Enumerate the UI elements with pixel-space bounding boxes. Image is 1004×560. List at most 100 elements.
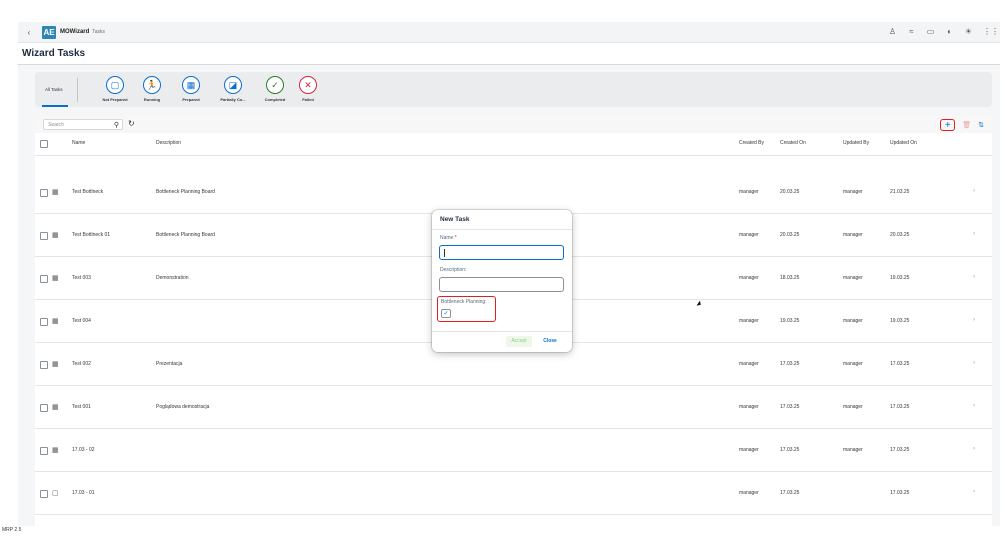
- cell-name: Test 002: [72, 361, 91, 367]
- cell-name: Test 001: [72, 404, 91, 410]
- status-tab-bar: All Tasks ▢ Not Prepared 🏃 Running ▦ Pre…: [35, 72, 992, 107]
- name-label: Name:*: [440, 235, 457, 241]
- cell-updated-by: manager: [843, 361, 863, 367]
- select-all-checkbox[interactable]: [40, 140, 48, 148]
- chevron-right-icon[interactable]: ›: [973, 274, 975, 280]
- row-checkbox[interactable]: [40, 275, 48, 283]
- partial-icon: ◪: [224, 76, 242, 94]
- grid-icon[interactable]: ⋮⋮: [983, 27, 999, 37]
- cell-updated-on: 20.03.25: [890, 232, 910, 238]
- shell-actions: ♙ ≈ ▭ ◐ ☀ ⋮⋮: [888, 27, 999, 37]
- row-checkbox[interactable]: [40, 490, 48, 498]
- tab-running[interactable]: 🏃 Running: [134, 76, 170, 106]
- header-description[interactable]: Description: [156, 140, 181, 146]
- app-logo[interactable]: AE: [42, 25, 56, 39]
- chevron-right-icon[interactable]: ›: [973, 360, 975, 366]
- header-created-by[interactable]: Created By: [739, 140, 764, 146]
- cell-created-by: manager: [739, 447, 759, 453]
- tab-prepared[interactable]: ▦ Prepared: [173, 76, 209, 106]
- sort-icon[interactable]: ⇅: [978, 121, 984, 129]
- row-checkbox[interactable]: [40, 189, 48, 197]
- tab-label: Running: [143, 97, 161, 102]
- tab-label: Not Prepared: [102, 97, 128, 102]
- chevron-right-icon[interactable]: ›: [973, 489, 975, 495]
- tab-not-prepared[interactable]: ▢ Not Prepared: [97, 76, 133, 106]
- cell-name: Test 003: [72, 275, 91, 281]
- delete-icon[interactable]: 🗑: [962, 121, 971, 129]
- cell-updated-on: 17.03.25: [890, 404, 910, 410]
- header-name[interactable]: Name: [72, 140, 85, 146]
- calendar-icon: ▦: [52, 447, 59, 454]
- cell-description: Prezentacja: [156, 361, 183, 367]
- chevron-right-icon[interactable]: ›: [973, 446, 975, 452]
- chevron-right-icon[interactable]: ›: [973, 403, 975, 409]
- version-label: MRP 2.5: [2, 527, 22, 533]
- chart-icon[interactable]: ≈: [907, 27, 916, 37]
- name-label-text: Name:: [440, 235, 455, 241]
- cell-created-on: 17.03.25: [780, 490, 800, 496]
- tab-failed[interactable]: ✕ Failed: [290, 76, 326, 106]
- tab-all-tasks[interactable]: All Tasks: [45, 87, 63, 92]
- refresh-icon[interactable]: ↻: [128, 119, 135, 128]
- cell-created-by: manager: [739, 361, 759, 367]
- table-row[interactable]: ▦ 17.03 - 02 manager 17.03.25 manager 17…: [35, 429, 992, 472]
- tab-partially-completed[interactable]: ◪ Partially Co...: [215, 76, 251, 106]
- required-marker: *: [454, 235, 457, 241]
- header-updated-on[interactable]: Updated On: [890, 140, 917, 146]
- cell-created-on: 17.03.25: [780, 361, 800, 367]
- bottleneck-planning-label: Bottleneck Planning:: [441, 299, 487, 305]
- name-field[interactable]: [439, 245, 564, 260]
- page-header: Wizard Tasks: [18, 43, 1000, 65]
- bottleneck-planning-checkbox[interactable]: ✓: [441, 309, 451, 318]
- row-checkbox[interactable]: [40, 404, 48, 412]
- cell-created-on: 17.03.25: [780, 447, 800, 453]
- row-checkbox[interactable]: [40, 318, 48, 326]
- tab-label: Partially Co...: [220, 97, 246, 102]
- document-icon: ▢: [106, 76, 124, 94]
- user-icon[interactable]: ♙: [888, 27, 897, 37]
- cell-name: Test 004: [72, 318, 91, 324]
- tab-label: Failed: [302, 97, 314, 102]
- description-field[interactable]: [439, 277, 564, 292]
- close-button[interactable]: Close: [537, 336, 563, 347]
- new-task-dialog: New Task Name:* Description: Bottleneck …: [432, 210, 572, 352]
- chevron-right-icon[interactable]: ›: [973, 231, 975, 237]
- cell-created-on: 20.03.25: [780, 189, 800, 195]
- tab-label: Completed: [264, 97, 286, 102]
- dialog-title: New Task: [440, 216, 470, 223]
- row-checkbox[interactable]: [40, 232, 48, 240]
- header-created-on[interactable]: Created On: [780, 140, 806, 146]
- brightness-icon[interactable]: ☀: [964, 27, 973, 37]
- header-updated-by[interactable]: Updated By: [843, 140, 869, 146]
- search-input[interactable]: Search ⚲: [43, 119, 123, 130]
- screen-icon[interactable]: ▭: [926, 27, 935, 37]
- cell-created-by: manager: [739, 189, 759, 195]
- back-icon[interactable]: ‹: [24, 28, 34, 37]
- tab-completed[interactable]: ✓ Completed: [257, 76, 293, 106]
- cell-updated-by: manager: [843, 318, 863, 324]
- table-row[interactable]: ▦ Test Bottlneck Bottleneck Planning Boa…: [35, 171, 992, 214]
- cell-updated-on: 17.03.25: [890, 361, 910, 367]
- chevron-right-icon[interactable]: ›: [973, 188, 975, 194]
- bottleneck-planning-group: Bottleneck Planning: ✓: [437, 296, 496, 322]
- search-icon[interactable]: ⚲: [114, 121, 119, 129]
- calendar-icon: ▦: [52, 318, 59, 325]
- cell-created-by: manager: [739, 318, 759, 324]
- cell-updated-on: 21.03.25: [890, 189, 910, 195]
- cell-updated-by: manager: [843, 189, 863, 195]
- cell-created-by: manager: [739, 275, 759, 281]
- row-checkbox[interactable]: [40, 447, 48, 455]
- globe-icon[interactable]: ◐: [945, 27, 954, 37]
- table-row[interactable]: ▦ Test 001 Poglądowa demostracja manager…: [35, 386, 992, 429]
- accept-button[interactable]: Accept: [506, 336, 532, 347]
- table-row[interactable]: ▢ 17.03 - 01 manager 17.03.25 17.03.25 ›: [35, 472, 992, 515]
- chevron-right-icon[interactable]: ›: [973, 317, 975, 323]
- cell-name: 17.03 - 01: [72, 490, 95, 496]
- cell-created-on: 19.03.25: [780, 318, 800, 324]
- cell-updated-by: manager: [843, 275, 863, 281]
- row-checkbox[interactable]: [40, 361, 48, 369]
- add-task-button[interactable]: +: [940, 119, 956, 131]
- tab-selected-indicator: [42, 105, 68, 107]
- calendar-icon: ▦: [52, 361, 59, 368]
- dialog-footer-divider: [432, 331, 572, 332]
